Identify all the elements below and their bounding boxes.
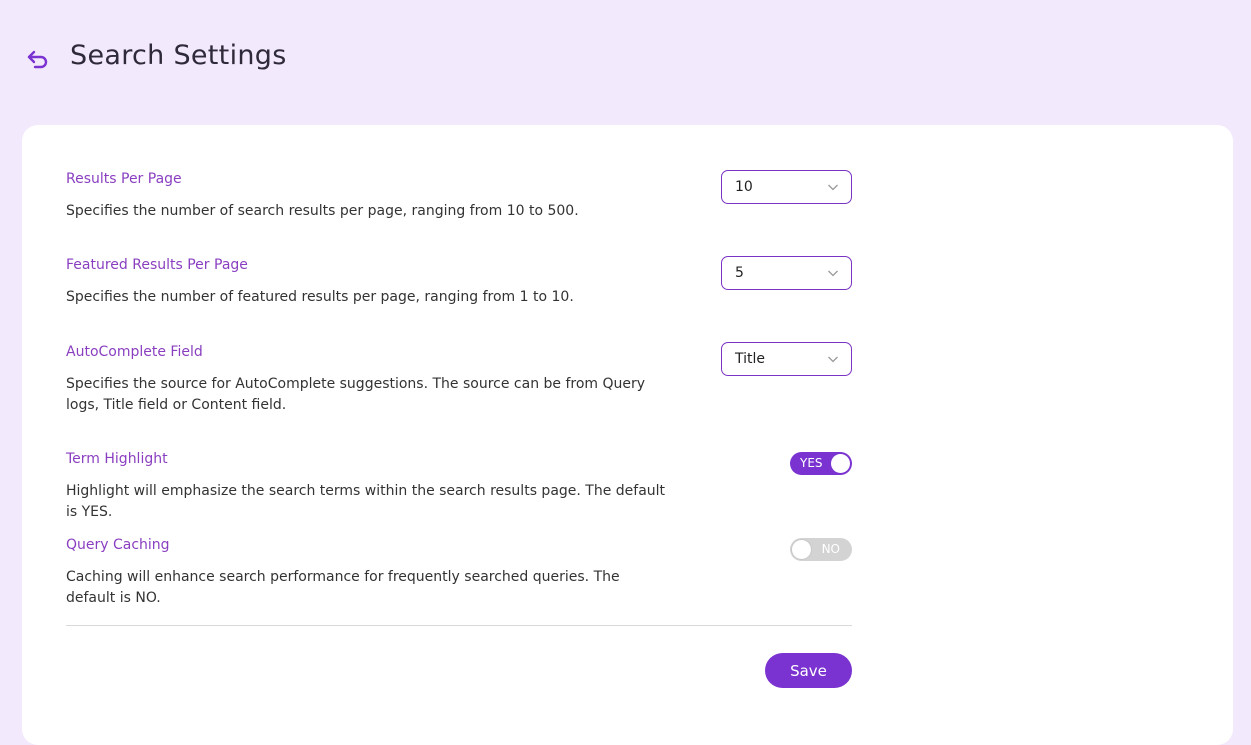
setting-featured-results: Featured Results Per Page Specifies the … <box>66 256 852 317</box>
divider <box>66 625 852 626</box>
setting-description: Caching will enhance search performance … <box>66 569 620 606</box>
select-value: 10 <box>735 179 753 195</box>
setting-label: Results Per Page <box>66 171 182 187</box>
setting-description: Specifies the source for AutoComplete su… <box>66 376 646 413</box>
setting-query-caching: Query Caching Caching will enhance searc… <box>66 537 852 606</box>
settings-card: Results Per Page Specifies the number of… <box>22 125 1233 745</box>
featured-results-select[interactable]: 5 <box>721 256 852 290</box>
chevron-down-icon <box>828 184 838 191</box>
results-per-page-select[interactable]: 10 <box>721 170 852 204</box>
chevron-down-icon <box>828 356 838 363</box>
setting-description: Specifies the number of search results p… <box>66 203 579 219</box>
autocomplete-field-select[interactable]: Title <box>721 342 852 376</box>
setting-label: Featured Results Per Page <box>66 257 248 273</box>
back-button[interactable] <box>25 46 51 72</box>
chevron-down-icon <box>828 270 838 277</box>
setting-label: Query Caching <box>66 537 170 553</box>
query-caching-toggle[interactable]: NO <box>790 538 852 561</box>
setting-description: Highlight will emphasize the search term… <box>66 483 666 520</box>
select-value: Title <box>735 351 766 367</box>
setting-autocomplete: AutoComplete Field Specifies the source … <box>66 342 852 424</box>
setting-description: Specifies the number of featured results… <box>66 289 574 305</box>
setting-label: Term Highlight <box>66 451 168 467</box>
save-button[interactable]: Save <box>765 653 852 688</box>
toggle-state: NO <box>821 542 840 556</box>
toggle-knob <box>831 454 850 473</box>
toggle-state: YES <box>800 456 823 470</box>
setting-term-highlight: Term Highlight Highlight will emphasize … <box>66 451 852 520</box>
select-value: 5 <box>735 265 744 281</box>
toggle-knob <box>792 540 811 559</box>
setting-label: AutoComplete Field <box>66 344 203 360</box>
term-highlight-toggle[interactable]: YES <box>790 452 852 475</box>
setting-results-per-page: Results Per Page Specifies the number of… <box>66 170 852 231</box>
page-header: Search Settings <box>0 0 1251 118</box>
back-arrow-icon <box>27 50 48 69</box>
page-title: Search Settings <box>70 40 287 71</box>
